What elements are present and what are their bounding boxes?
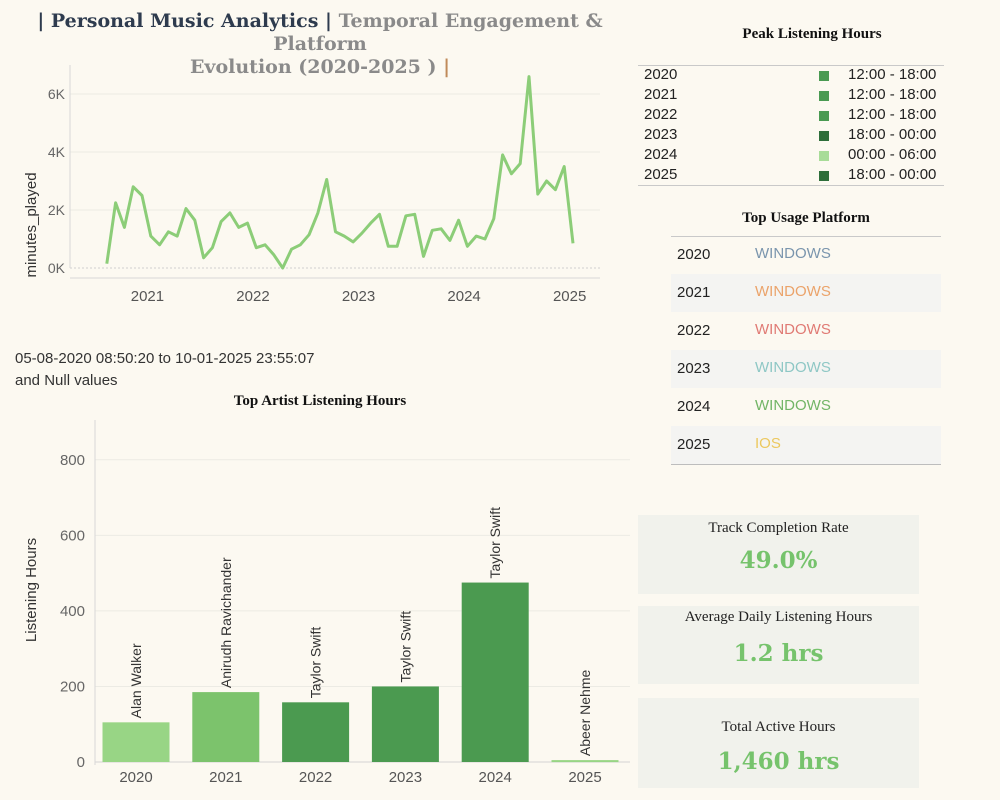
peak-row-range: 12:00 - 18:00 xyxy=(848,86,937,103)
platform-row: 2021 WINDOWS xyxy=(671,274,941,312)
bar-xtick-label: 2021 xyxy=(209,769,242,786)
peak-row-swatch xyxy=(819,171,829,181)
platform-row-name: IOS xyxy=(755,435,781,452)
line-ytick-label: 0K xyxy=(48,260,66,276)
platform-row-name: WINDOWS xyxy=(755,359,831,376)
daily-hours-value: 1.2 hrs xyxy=(733,640,824,667)
bar-ytick-label: 400 xyxy=(60,603,85,620)
title-part-main: | Personal Music Analytics | xyxy=(37,10,332,32)
peak-row-swatch xyxy=(819,111,829,121)
line-xtick-label: 2025 xyxy=(553,288,586,305)
bar-chart-title: Top Artist Listening Hours xyxy=(233,393,407,409)
platform-row-year: 2022 xyxy=(677,322,711,339)
bar-2020 xyxy=(102,722,170,762)
bar-xtick-label: 2023 xyxy=(389,769,422,786)
line-series-minutes xyxy=(105,75,575,270)
platform-row-name: WINDOWS xyxy=(755,283,831,300)
line-ytick-label: 6K xyxy=(48,86,66,102)
date-range-line1: 05-08-2020 08:50:20 to 10-01-2025 23:55:… xyxy=(15,350,315,367)
peak-row-range: 12:00 - 18:00 xyxy=(848,106,937,123)
bar-ytick-label: 800 xyxy=(60,452,85,469)
peak-row-year: 2024 xyxy=(644,146,678,163)
platform-row-year: 2025 xyxy=(677,436,711,453)
platform-row-name: WINDOWS xyxy=(755,321,831,338)
platform-row-year: 2023 xyxy=(677,360,711,377)
daily-hours-card: Average Daily Listening Hours 1.2 hrs xyxy=(638,606,919,684)
platform-row-year: 2020 xyxy=(677,246,711,263)
total-hours-card: Total Active Hours 1,460 hrs xyxy=(638,698,919,788)
bar-xtick-label: 2024 xyxy=(479,769,512,786)
completion-rate-value: 49.0% xyxy=(739,547,818,574)
bar-data-label: Abeer Nehme xyxy=(577,670,593,757)
line-xtick-label: 2021 xyxy=(131,288,164,305)
bar-2021 xyxy=(192,692,260,762)
peak-row-range: 12:00 - 18:00 xyxy=(848,66,937,83)
minutes-line-chart: 0K 2K 4K 6K 2021 2022 2023 2024 2025 minutes_play… xyxy=(23,65,600,305)
peak-row-year: 2025 xyxy=(644,166,678,183)
bar-ytick-label: 0 xyxy=(77,754,85,771)
platform-row: 2025 IOS xyxy=(671,426,941,464)
line-xtick-label: 2024 xyxy=(447,288,480,305)
bar-2025 xyxy=(551,760,619,763)
platform-title: Top Usage Platform xyxy=(742,210,870,226)
date-range-caption: 05-08-2020 08:50:20 to 10-01-2025 23:55:… xyxy=(15,348,314,392)
platform-row-name: WINDOWS xyxy=(755,245,831,262)
peak-row-year: 2023 xyxy=(644,126,678,143)
peak-row-swatch xyxy=(819,151,829,161)
bar-2024 xyxy=(461,582,529,762)
bar-ytick-label: 200 xyxy=(60,678,85,695)
peak-row-year: 2022 xyxy=(644,106,678,123)
bar-xtick-label: 2022 xyxy=(299,769,332,786)
peak-row-range: 18:00 - 00:00 xyxy=(848,126,937,143)
peak-hours-bottom-rule xyxy=(638,185,944,186)
line-ytick-label: 2K xyxy=(48,202,66,218)
platform-row-year: 2021 xyxy=(677,284,711,301)
peak-hours-title: Peak Listening Hours xyxy=(742,26,882,42)
line-ytick-label: 4K xyxy=(48,144,66,160)
peak-row-year: 2020 xyxy=(644,66,678,83)
platform-row: 2024 WINDOWS xyxy=(671,388,941,426)
bar-xtick-label: 2025 xyxy=(568,769,601,786)
bar-2022 xyxy=(282,702,350,762)
line-xtick-label: 2023 xyxy=(342,288,375,305)
peak-row-range: 18:00 - 00:00 xyxy=(848,166,937,183)
date-range-line2: and Null values xyxy=(15,372,118,389)
bar-data-label: Taylor Swift xyxy=(397,611,413,683)
platform-row: 2020 WINDOWS xyxy=(671,236,941,274)
total-hours-value: 1,460 hrs xyxy=(717,748,840,775)
peak-row-swatch xyxy=(819,131,829,141)
platform-row-year: 2024 xyxy=(677,398,711,415)
platform-bottom-rule xyxy=(671,464,941,465)
bar-data-label: Alan Walker xyxy=(128,643,144,718)
bar-data-label: Taylor Swift xyxy=(308,627,324,699)
bar-data-label: Anirudh Ravichander xyxy=(218,557,234,688)
completion-rate-label: Track Completion Rate xyxy=(708,520,849,536)
bar-2023 xyxy=(371,686,439,762)
platform-row: 2022 WINDOWS xyxy=(671,312,941,350)
artist-bar-chart: 0 200 400 600 800 Listening Hours Alan Walker 2… xyxy=(23,420,630,786)
line-xtick-label: 2022 xyxy=(236,288,269,305)
peak-row-swatch xyxy=(819,91,829,101)
peak-row-range: 00:00 - 06:00 xyxy=(848,146,937,163)
platform-row-name: WINDOWS xyxy=(755,397,831,414)
bar-y-axis-title: Listening Hours xyxy=(23,538,40,642)
total-hours-label: Total Active Hours xyxy=(721,719,836,735)
bar-xtick-label: 2020 xyxy=(119,769,152,786)
bar-ytick-label: 600 xyxy=(60,527,85,544)
daily-hours-label: Average Daily Listening Hours xyxy=(684,609,873,625)
peak-row-swatch xyxy=(819,71,829,81)
completion-rate-card: Track Completion Rate 49.0% xyxy=(638,515,919,594)
bar-data-label: Taylor Swift xyxy=(487,507,503,579)
platform-row: 2023 WINDOWS xyxy=(671,350,941,388)
peak-row-year: 2021 xyxy=(644,86,678,103)
line-y-axis-title: minutes_played xyxy=(23,172,40,277)
